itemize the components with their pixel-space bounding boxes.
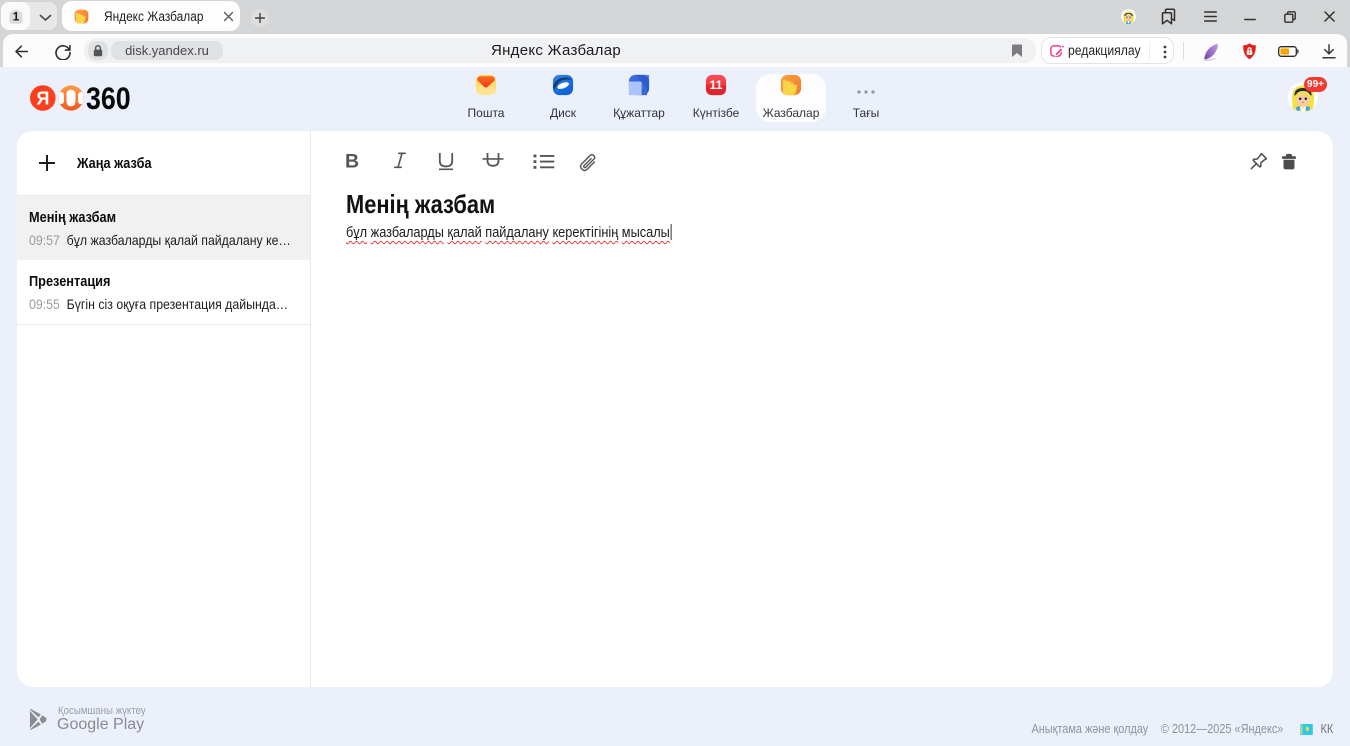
svg-text:Я: Я bbox=[36, 88, 49, 108]
svg-text:B: B bbox=[345, 151, 359, 173]
svg-text:1: 1 bbox=[13, 10, 20, 24]
svg-text:11: 11 bbox=[709, 78, 722, 92]
